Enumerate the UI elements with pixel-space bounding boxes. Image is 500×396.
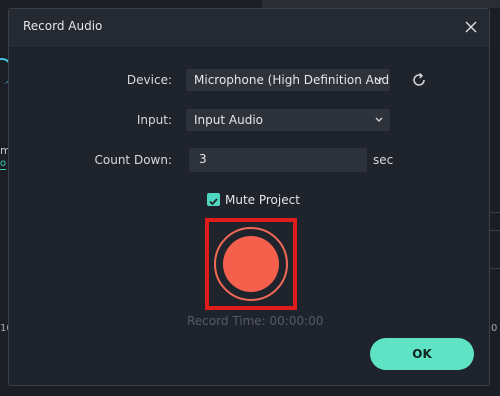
chevron-down-icon: [375, 77, 383, 82]
countdown-unit: sec: [373, 153, 394, 167]
dialog-title: Record Audio: [23, 19, 103, 33]
refresh-icon[interactable]: [410, 71, 428, 89]
background-divider: [490, 268, 500, 269]
record-button[interactable]: [214, 227, 288, 301]
device-select-value: Microphone (High Definition Aud: [194, 73, 390, 87]
check-icon: [209, 198, 218, 206]
ok-button[interactable]: OK: [370, 338, 474, 370]
input-select-value: Input Audio: [194, 113, 263, 127]
close-icon[interactable]: [461, 17, 481, 37]
mute-project-label[interactable]: Mute Project: [225, 193, 300, 207]
background-divider: [490, 230, 500, 231]
background-timeline-number: 0: [491, 323, 498, 334]
countdown-label: Count Down:: [94, 153, 173, 167]
chevron-down-icon: [375, 117, 383, 122]
device-label: Device:: [126, 73, 172, 87]
record-time: Record Time: 00:00:00: [187, 314, 324, 328]
dialog-title-bar: Record Audio: [9, 9, 489, 46]
background-divider: [490, 212, 500, 213]
input-select[interactable]: Input Audio: [186, 109, 390, 131]
countdown-input[interactable]: 3: [189, 148, 367, 172]
record-audio-dialog: Record Audio Device: Microphone (High De…: [8, 8, 490, 386]
record-icon: [223, 236, 279, 292]
input-label: Input:: [136, 113, 172, 127]
device-select[interactable]: Microphone (High Definition Aud: [186, 69, 390, 91]
background-toolbar-strip: [262, 0, 500, 8]
background-link-fragment: o: [0, 158, 7, 170]
mute-project-checkbox[interactable]: [207, 193, 220, 206]
